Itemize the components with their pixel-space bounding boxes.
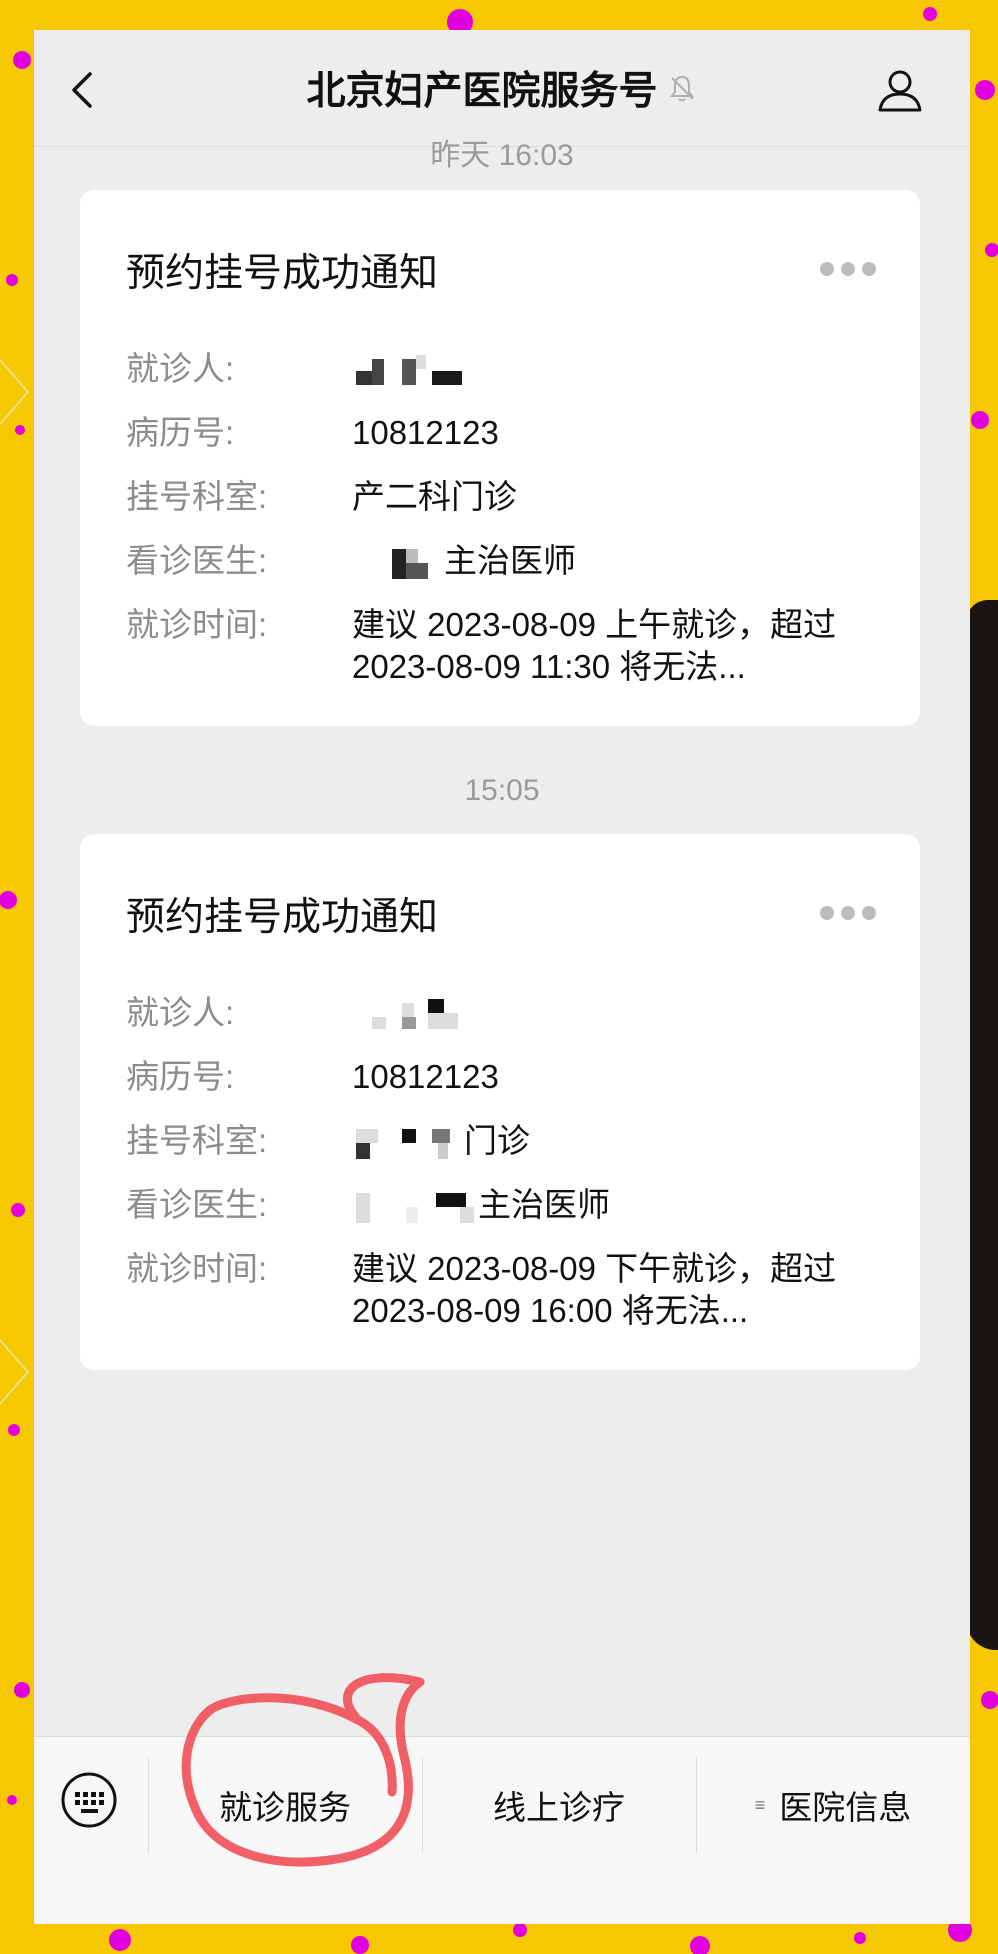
row-value: 10812123	[352, 1058, 499, 1095]
row-label: 就诊时间:	[126, 606, 268, 643]
row-label: 就诊人:	[126, 994, 235, 1031]
row-value: 门诊	[352, 1120, 872, 1163]
row-label: 挂号科室:	[126, 1122, 268, 1159]
menu-item-label: 就诊服务	[219, 1789, 351, 1826]
row-value	[352, 348, 872, 391]
chevron-left-icon[interactable]	[62, 68, 106, 112]
redacted-name-mosaic	[356, 1129, 450, 1160]
notification-card[interactable]: 预约挂号成功通知 就诊人: 病历号: 10812123 挂号科室: 门诊 看诊医…	[80, 834, 920, 1370]
row-value: 10812123	[352, 414, 499, 451]
card-title: 预约挂号成功通知	[126, 896, 439, 939]
menu-item-label: 线上诊疗	[493, 1789, 625, 1826]
notification-card[interactable]: 预约挂号成功通知 就诊人: 病历号: 10812123 挂号科室: 产二科门诊 …	[80, 190, 920, 726]
card-title: 预约挂号成功通知	[126, 252, 439, 295]
row-label: 病历号:	[126, 414, 235, 451]
redacted-name-mosaic	[372, 999, 458, 1030]
row-label: 看诊医生:	[126, 542, 268, 579]
row-label: 病历号:	[126, 1058, 235, 1095]
row-label: 看诊医生:	[126, 1186, 268, 1223]
redacted-name-mosaic	[356, 355, 462, 386]
redacted-name-mosaic	[392, 549, 428, 580]
phone-screen: 北京妇产医院服务号 昨天 16:03 预约挂号成功通知 就诊人: 病历号: 10…	[34, 30, 970, 1924]
redacted-name-mosaic	[356, 1193, 474, 1224]
message-timestamp: 昨天 16:03	[430, 139, 574, 172]
row-value: 建议 2023-08-09 上午就诊，超过 2023-08-09 11:30 将…	[352, 606, 837, 685]
row-value: 主治医师	[352, 540, 872, 583]
row-label: 挂号科室:	[126, 478, 268, 515]
menu-item-online-consult[interactable]: 线上诊疗	[422, 1757, 696, 1853]
bell-slash-icon	[669, 75, 694, 102]
row-value: 主治医师	[352, 1184, 872, 1227]
row-value: 建议 2023-08-09 下午就诊，超过 2023-08-09 16:00 将…	[352, 1250, 837, 1329]
list-icon: ≡	[754, 1794, 766, 1815]
bottom-menu: 就诊服务 线上诊疗 ≡ 医院信息	[34, 1736, 970, 1924]
menu-item-visit-service[interactable]: 就诊服务	[148, 1757, 422, 1853]
row-value	[352, 992, 872, 1035]
background-photo	[966, 600, 998, 1650]
more-icon[interactable]	[820, 906, 876, 922]
row-value: 产二科门诊	[352, 478, 517, 515]
nav-title-container: 北京妇产医院服务号	[34, 30, 970, 146]
menu-item-hospital-info[interactable]: ≡ 医院信息	[696, 1757, 970, 1853]
menu-item-label: 医院信息	[779, 1789, 912, 1826]
message-timestamp: 15:05	[464, 774, 540, 807]
page-title: 北京妇产医院服务号	[306, 70, 658, 113]
row-label: 就诊人:	[126, 350, 235, 387]
more-icon[interactable]	[820, 262, 876, 278]
keyboard-icon[interactable]	[60, 1771, 118, 1829]
row-label: 就诊时间:	[126, 1250, 268, 1287]
person-icon[interactable]	[876, 66, 924, 114]
